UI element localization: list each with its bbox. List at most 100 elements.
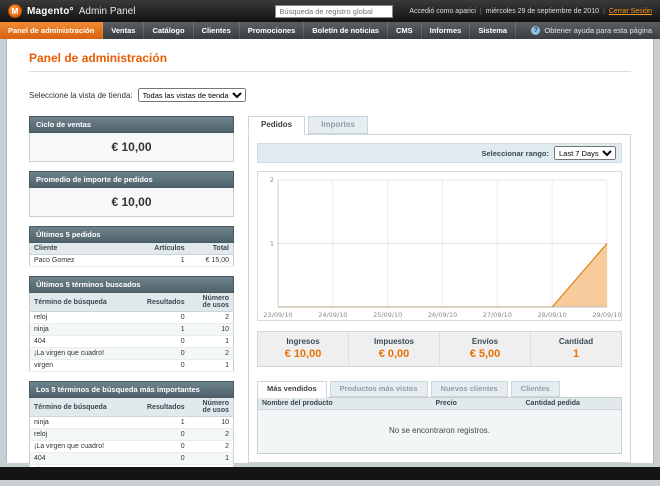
table-row[interactable]: ¡La virgen que cuadro! 0 2 (29, 440, 234, 453)
diagram-tab[interactable]: Importes (308, 116, 368, 134)
range-select[interactable]: Last 7 Days (554, 146, 616, 160)
table-row[interactable]: 404 0 1 (29, 452, 234, 465)
current-date-text: miércoles 29 de septiembre de 2010 (485, 7, 599, 15)
top-search-terms-panel: Los 5 términos de búsqueda más important… (29, 381, 234, 477)
dashboard-sidebar: Ciclo de ventas € 10,00 Promedio de impo… (29, 116, 234, 486)
panel-title: Últimos 5 pedidos (29, 226, 234, 243)
table-cell: ninja (29, 416, 143, 429)
nav-item[interactable]: Sistema (470, 22, 517, 39)
nav-item[interactable]: Catálogo (144, 22, 194, 39)
svg-text:28/09/10: 28/09/10 (538, 311, 567, 319)
table-cell: 10 (188, 416, 234, 429)
table-cell: 2 (188, 428, 234, 441)
footer-bar (0, 467, 660, 480)
help-icon: ? (531, 26, 541, 35)
page-title: Panel de administración (29, 51, 168, 65)
table-cell: 0 (142, 428, 189, 441)
nav-item[interactable]: Clientes (194, 22, 240, 39)
nav-item[interactable]: Promociones (240, 22, 305, 39)
table-cell: 1 (188, 335, 234, 348)
store-view-label: Seleccione la vista de tienda: (29, 90, 133, 100)
totals-bar: Ingresos € 10,00 Impuestos € 0,00 Envíos € 5,… (257, 331, 622, 367)
nav-item[interactable]: CMS (388, 22, 422, 39)
dashboard-main: Pedidos Importes Seleccionar rango: Last … (248, 116, 631, 486)
table-cell: ¡La virgen que cuadro! (29, 347, 143, 360)
logged-in-as-text: Accedió como aparici (409, 7, 476, 15)
products-table: Nombre del producto Precio Cantidad pedida (257, 397, 622, 410)
column-header: Nombre del producto (257, 397, 432, 410)
stat-ingresos: Ingresos € 10,00 (284, 337, 322, 360)
separator: | (479, 7, 482, 15)
column-header: Resultados (142, 293, 189, 312)
table-cell: ninja (29, 323, 143, 336)
top-search-terms-table: Término de búsqueda Resultados Número de u… (29, 398, 234, 477)
dashboard-content-box: Seleccionar rango: Last 7 Days 1 2 23/09/1… (248, 134, 631, 463)
stat-envíos: Envíos € 5,00 (439, 332, 530, 366)
table-row[interactable]: ¡La virgen que cuadro! 0 2 (29, 347, 234, 360)
table-cell: 10 (188, 323, 234, 336)
grid-tab[interactable]: Productos más vistos (329, 381, 428, 397)
svg-text:29/09/10: 29/09/10 (592, 311, 621, 319)
column-header: Número de usos (188, 293, 234, 312)
column-header: Cantidad pedida (521, 397, 622, 410)
column-header: Total (188, 243, 234, 255)
table-cell: 2 (188, 347, 234, 360)
table-row[interactable]: reloj 0 2 (29, 428, 234, 441)
table-row[interactable]: 404 0 1 (29, 335, 234, 348)
panel-title: Promedio de importe de pedidos (29, 171, 234, 188)
range-label: Seleccionar rango: (481, 148, 549, 158)
table-cell: ¡La virgen que cuadro! (29, 440, 143, 453)
grid-tab[interactable]: Más vendidos (257, 381, 327, 398)
last-search-terms-table: Término de búsqueda Resultados Número de u… (29, 293, 234, 372)
store-view-switcher: Seleccione la vista de tienda: Todas las… (29, 88, 631, 102)
table-cell: 1 (142, 323, 189, 336)
table-cell: Paco Gomez (29, 254, 144, 267)
svg-text:27/09/10: 27/09/10 (483, 311, 512, 319)
global-search-input[interactable] (275, 4, 394, 18)
table-row[interactable]: virgen 0 1 (29, 359, 234, 372)
logout-link[interactable]: Cerrar Sesión (609, 8, 652, 15)
svg-text:1: 1 (270, 240, 274, 248)
table-cell: 1 (188, 452, 234, 465)
table-row[interactable]: Paco Gomez 1 € 15,00 (29, 254, 234, 267)
column-header: Término de búsqueda (29, 398, 143, 417)
last-orders-panel: Últimos 5 pedidos Cliente Artículos Total P… (29, 226, 234, 267)
nav-items: Panel de administración Ventas Catálogo Cli… (0, 22, 517, 39)
svg-text:23/09/10: 23/09/10 (263, 311, 292, 319)
table-cell: reloj (29, 311, 143, 324)
column-header: Precio (431, 397, 522, 410)
nav-item[interactable]: Panel de administración (0, 22, 104, 39)
brand-suffix: Admin Panel (78, 5, 136, 17)
panel-title: Ciclo de ventas (29, 116, 234, 133)
grid-tab[interactable]: Clientes (510, 381, 560, 397)
nav-item[interactable]: Informes (422, 22, 471, 39)
lifetime-sales-value: € 10,00 (29, 133, 234, 162)
nav-item[interactable]: Boletín de noticias (304, 22, 388, 39)
grid-tab[interactable]: Nuevos clientes (430, 381, 508, 397)
table-cell: 1 (143, 254, 189, 267)
svg-text:24/09/10: 24/09/10 (318, 311, 347, 319)
column-header: Término de búsqueda (29, 293, 143, 312)
stat-cantidad: Cantidad 1 (530, 332, 621, 366)
table-row[interactable]: reloj 0 2 (29, 311, 234, 324)
table-cell: 0 (142, 359, 189, 372)
table-cell: reloj (29, 428, 143, 441)
top-header-bar: M Magento° Admin Panel Accedió como apar… (0, 0, 660, 22)
empty-records-message: No se encontraron registros. (257, 410, 622, 454)
table-row[interactable]: ninja 1 10 (29, 416, 234, 429)
brand: M Magento° Admin Panel (8, 4, 135, 18)
diagram-tab[interactable]: Pedidos (248, 116, 306, 135)
average-orders-value: € 10,00 (29, 188, 234, 217)
table-row[interactable]: ninja 1 10 (29, 323, 234, 336)
table-cell: 0 (142, 452, 189, 465)
table-cell: 404 (29, 335, 143, 348)
nav-item[interactable]: Ventas (103, 22, 145, 39)
last-orders-table: Cliente Artículos Total Paco Gomez 1 € 15,00 (29, 243, 234, 267)
table-cell: 0 (142, 335, 189, 348)
page-help-link[interactable]: ? Obtener ayuda para esta página (523, 22, 660, 39)
panel-title: Últimos 5 términos buscados (29, 276, 234, 293)
brand-name: Magento° (27, 5, 74, 17)
store-view-select[interactable]: Todas las vistas de tienda (137, 88, 246, 102)
range-bar: Seleccionar rango: Last 7 Days (257, 143, 622, 163)
table-cell: 404 (29, 452, 143, 465)
